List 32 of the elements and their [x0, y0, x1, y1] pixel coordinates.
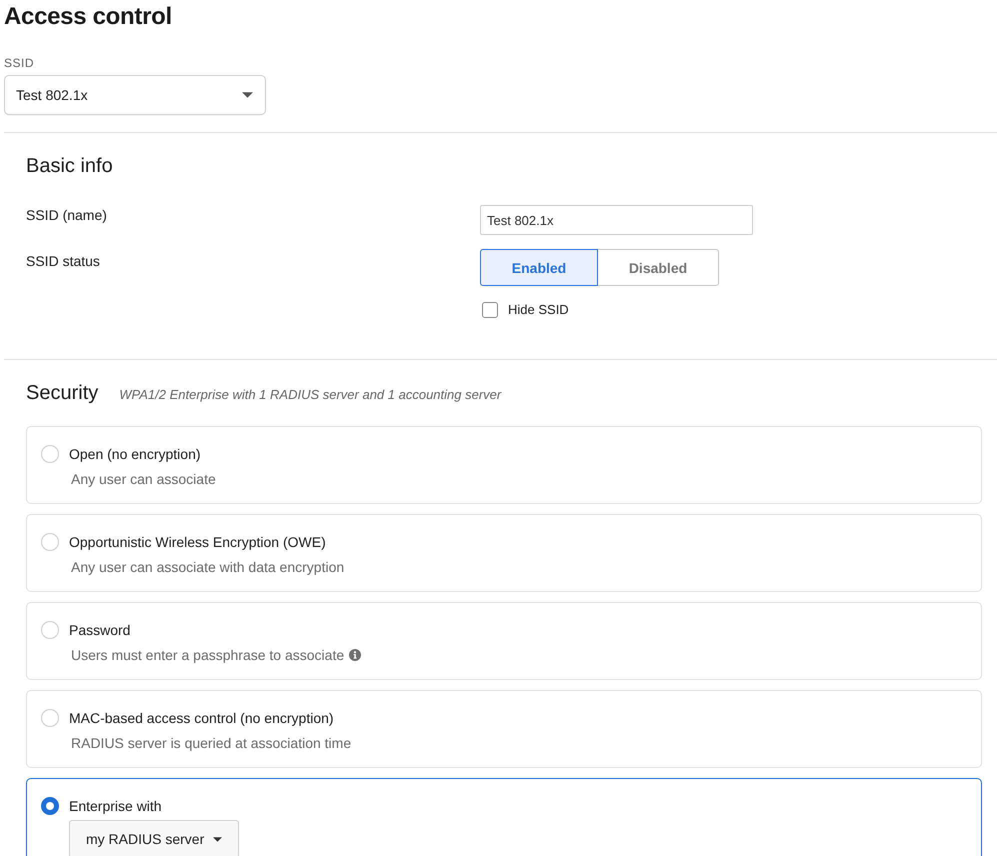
section-title: Basic info: [26, 154, 113, 179]
ssid-name-input[interactable]: Test 802.1x: [480, 205, 753, 235]
ssid-select[interactable]: Test 802.1x: [4, 75, 266, 115]
security-option-card[interactable]: Enterprise with my RADIUS server: [26, 778, 982, 856]
option-description: RADIUS server is queried at association time: [71, 734, 352, 753]
security-option-card[interactable]: Open (no encryption) Any user can associate: [26, 426, 982, 504]
caret-icon: [242, 92, 253, 98]
option-description: Any user can associate: [71, 470, 216, 489]
option-description: Any user can associate with data encryption: [71, 558, 344, 577]
security-option-card[interactable]: Password Users must enter a passphrase to associate: [26, 602, 982, 680]
info-icon[interactable]: [349, 649, 362, 661]
security-summary: WPA1/2 Enterprise with 1 RADIUS server and 1 accounting server: [119, 387, 502, 402]
field-label: SSID: [4, 55, 34, 71]
option-title: Password: [69, 621, 130, 640]
section-title: Security: [26, 381, 98, 406]
security-option-card[interactable]: Opportunistic Wireless Encryption (OWE) Any user can associate with data encryption: [26, 514, 982, 592]
option-title: Enterprise with: [69, 797, 162, 816]
page-title: Access control: [4, 2, 172, 32]
caret-icon: [213, 836, 222, 842]
checkbox-label: Hide SSID: [508, 301, 569, 319]
option-description: Users must enter a passphrase to associate: [71, 646, 344, 665]
field-label: SSID status: [26, 252, 100, 271]
radio-button[interactable]: [41, 797, 59, 815]
status-toggle-button[interactable]: Enabled: [480, 249, 598, 286]
option-title: MAC-based access control (no encryption): [69, 709, 334, 728]
security-option-card[interactable]: MAC-based access control (no encryption) RADIUS server is queried at association time: [26, 690, 982, 768]
field-label: SSID (name): [26, 206, 107, 225]
server-dropdown[interactable]: my RADIUS server: [69, 820, 240, 856]
option-title: Opportunistic Wireless Encryption (OWE): [69, 533, 326, 552]
status-toggle-button[interactable]: Disabled: [597, 249, 719, 286]
hide-ssid-checkbox[interactable]: [482, 302, 498, 318]
option-title: Open (no encryption): [69, 445, 201, 464]
